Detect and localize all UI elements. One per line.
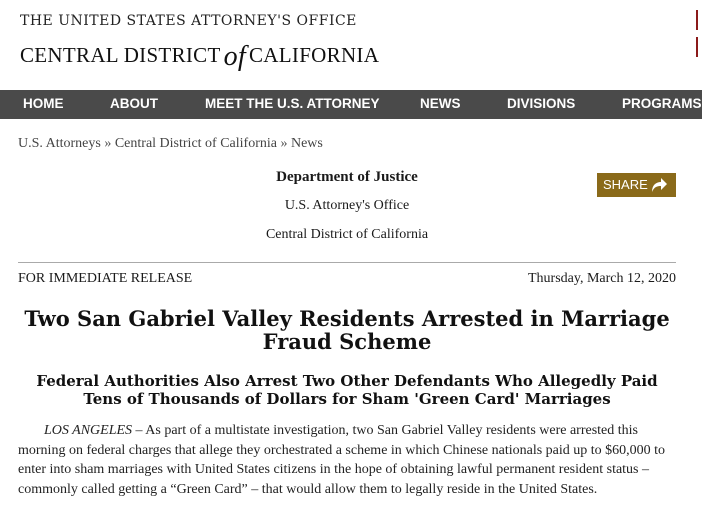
- breadcrumb-separator: »: [104, 136, 112, 151]
- nav-meet-attorney[interactable]: MEET THE U.S. ATTORNEY: [205, 90, 380, 119]
- main-nav: HOME ABOUT MEET THE U.S. ATTORNEY NEWS D…: [0, 90, 702, 119]
- nav-about[interactable]: ABOUT: [110, 90, 158, 119]
- breadcrumb: U.S. Attorneys » Central District of Cal…: [18, 136, 323, 152]
- nav-divisions[interactable]: DIVISIONS: [507, 90, 575, 119]
- breadcrumb-separator: »: [280, 136, 288, 151]
- district-name-part2: CALIFORNIA: [249, 43, 380, 67]
- district-of: of: [223, 41, 246, 72]
- release-date: Thursday, March 12, 2020: [527, 271, 676, 286]
- site-header: THE UNITED STATES ATTORNEY'S OFFICE CENT…: [0, 0, 702, 90]
- share-arrow-icon: [652, 178, 667, 192]
- release-label: FOR IMMEDIATE RELEASE: [18, 271, 193, 286]
- agency-name: Department of Justice: [276, 169, 418, 185]
- breadcrumb-central-district[interactable]: Central District of California: [115, 136, 277, 151]
- article-subtitle: Federal Authorities Also Arrest Two Othe…: [36, 372, 658, 408]
- nav-news[interactable]: NEWS: [420, 90, 461, 119]
- agency-office: U.S. Attorney's Office: [284, 198, 410, 213]
- divider: [18, 262, 676, 263]
- district-logo[interactable]: CENTRAL DISTRICT of CALIFORNIA: [20, 38, 380, 72]
- share-button[interactable]: SHARE: [597, 173, 676, 197]
- office-title: THE UNITED STATES ATTORNEY'S OFFICE: [20, 13, 357, 29]
- edge-marker: [696, 37, 702, 57]
- article-dateline: LOS ANGELES: [44, 423, 133, 438]
- agency-district: Central District of California: [265, 227, 429, 242]
- edge-marker: [696, 10, 702, 30]
- article-title: Two San Gabriel Valley Residents Arreste…: [24, 306, 670, 354]
- breadcrumb-news[interactable]: News: [291, 136, 323, 151]
- share-label: SHARE: [603, 177, 648, 192]
- nav-home[interactable]: HOME: [23, 90, 64, 119]
- article-body: LOS ANGELES – As part of a multistate in…: [18, 421, 678, 499]
- district-name-part1: CENTRAL DISTRICT: [20, 43, 221, 67]
- nav-programs[interactable]: PROGRAMS: [622, 90, 702, 119]
- breadcrumb-us-attorneys[interactable]: U.S. Attorneys: [18, 136, 101, 151]
